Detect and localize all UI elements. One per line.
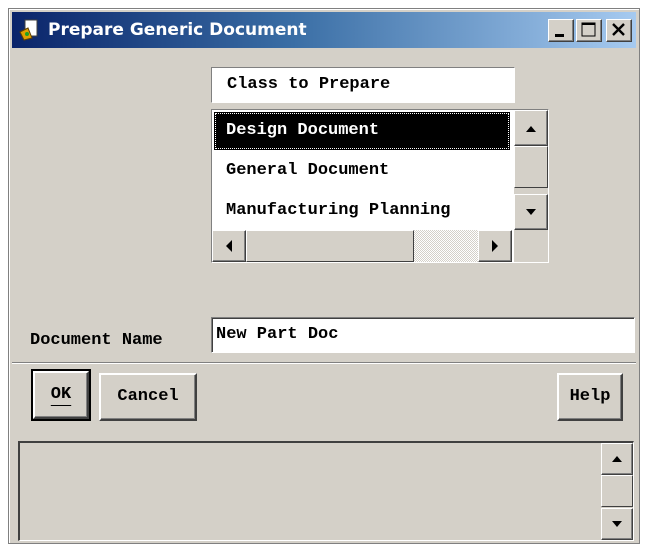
list-horizontal-scrollbar[interactable] xyxy=(212,230,512,262)
document-name-label: Document Name xyxy=(30,331,163,350)
arrow-down-icon xyxy=(526,209,536,215)
maximize-icon xyxy=(581,22,596,37)
class-list-header: Class to Prepare xyxy=(211,67,515,103)
document-name-input[interactable]: New Part Doc xyxy=(211,317,635,353)
close-button[interactable] xyxy=(606,19,632,42)
message-area xyxy=(18,441,634,541)
minimize-icon xyxy=(555,34,564,37)
scrollbar-corner xyxy=(514,230,548,262)
message-vertical-scrollbar[interactable] xyxy=(601,443,633,540)
prepare-generic-document-dialog: Prepare Generic Document Class to Prepar… xyxy=(8,8,640,544)
window-title: Prepare Generic Document xyxy=(48,20,307,40)
scroll-up-button[interactable] xyxy=(514,110,548,146)
list-item-design-document[interactable]: Design Document xyxy=(214,112,510,150)
class-list-items: Design Document General Document Manufac… xyxy=(212,110,512,230)
scroll-left-button[interactable] xyxy=(212,230,246,262)
ok-button[interactable]: OK xyxy=(31,369,91,421)
list-vertical-scrollbar[interactable] xyxy=(514,110,548,230)
message-scroll-thumb[interactable] xyxy=(601,475,633,507)
arrow-right-icon xyxy=(492,240,498,252)
arrow-up-icon xyxy=(612,456,622,462)
horizontal-scroll-thumb[interactable] xyxy=(246,230,414,262)
form-panel: Class to Prepare Design Document General… xyxy=(12,51,636,363)
maximize-button[interactable] xyxy=(576,19,602,42)
class-listbox[interactable]: Design Document General Document Manufac… xyxy=(211,109,549,263)
arrow-up-icon xyxy=(526,126,536,132)
ok-button-label: OK xyxy=(50,385,72,404)
cancel-button[interactable]: Cancel xyxy=(99,373,197,421)
message-scroll-up-button[interactable] xyxy=(601,443,633,475)
title-bar[interactable]: Prepare Generic Document xyxy=(12,12,636,48)
help-button[interactable]: Help xyxy=(557,373,623,421)
minimize-button[interactable] xyxy=(548,19,574,42)
arrow-down-icon xyxy=(612,521,622,527)
list-item-general-document[interactable]: General Document xyxy=(212,152,512,190)
scroll-down-button[interactable] xyxy=(514,194,548,230)
vertical-scroll-thumb[interactable] xyxy=(514,146,548,188)
close-icon xyxy=(612,23,625,36)
message-scroll-down-button[interactable] xyxy=(601,508,633,540)
app-icon xyxy=(18,18,42,42)
scroll-right-button[interactable] xyxy=(478,230,512,262)
arrow-left-icon xyxy=(226,240,232,252)
list-item-manufacturing-planning[interactable]: Manufacturing Planning xyxy=(212,192,512,230)
horizontal-scroll-track[interactable] xyxy=(414,230,478,262)
